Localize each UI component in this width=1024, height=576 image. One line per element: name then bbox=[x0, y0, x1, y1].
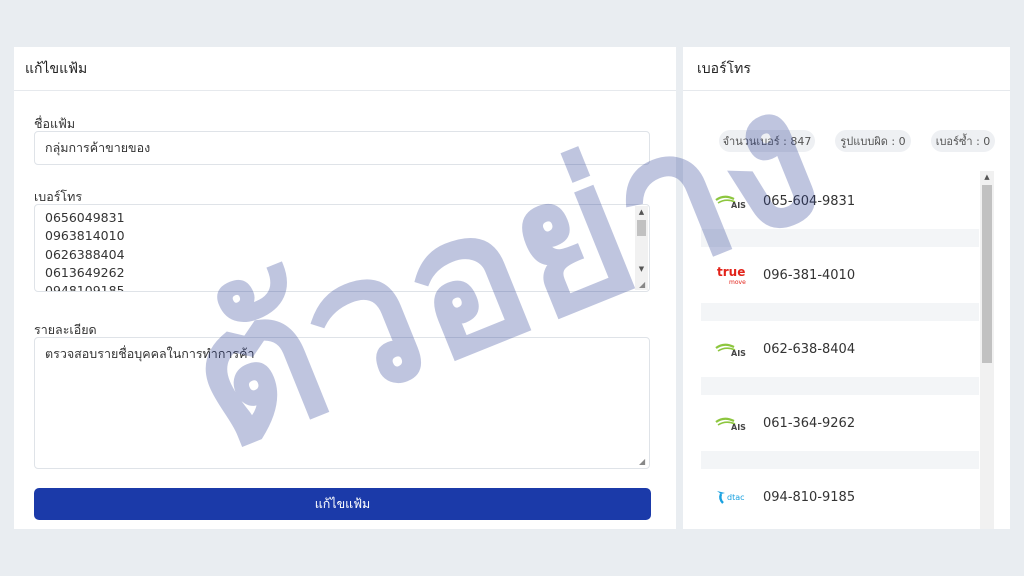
divider bbox=[701, 303, 979, 321]
phone-number: 062-638-8404 bbox=[763, 341, 856, 357]
list-item[interactable]: true move 096-381-4010 bbox=[701, 247, 979, 303]
list-item[interactable]: AIS 065-604-9831 bbox=[701, 173, 979, 229]
phone-list-panel: เบอร์โทร จำนวนเบอร์ : 847 รูปแบบผิด : 0 … bbox=[683, 47, 1010, 529]
scroll-thumb[interactable] bbox=[637, 220, 646, 236]
detail-textarea[interactable]: ตรวจสอบรายชื่อบุคคลในการทำการค้า ◢ bbox=[34, 337, 650, 469]
phones-scrollbar[interactable]: ▲ ▼ bbox=[635, 206, 648, 290]
ais-logo-icon: AIS bbox=[701, 408, 763, 438]
divider bbox=[701, 377, 979, 395]
detail-text: ตรวจสอบรายชื่อบุคคลในการทำการค้า bbox=[45, 346, 255, 361]
divider bbox=[701, 229, 979, 247]
edit-panel-title: แก้ไขแฟ้ม bbox=[14, 47, 676, 91]
svg-text:move: move bbox=[729, 279, 746, 286]
phones-textarea[interactable]: 0656049831 0963814010 0626388404 0613649… bbox=[34, 204, 650, 292]
svg-text:true: true bbox=[717, 265, 745, 279]
phone-line: 0656049831 bbox=[45, 210, 125, 225]
count-badge: จำนวนเบอร์ : 847 bbox=[719, 130, 815, 152]
truemove-logo-icon: true move bbox=[701, 260, 763, 290]
duplicate-badge: เบอร์ซ้ำ : 0 bbox=[931, 130, 995, 152]
phone-number: 061-364-9262 bbox=[763, 415, 856, 431]
list-item[interactable]: dtac 094-810-9185 bbox=[701, 469, 979, 525]
phone-panel-title: เบอร์โทร bbox=[683, 47, 1010, 91]
resize-grip-icon[interactable]: ◢ bbox=[639, 281, 647, 289]
edit-file-button[interactable]: แก้ไขแฟ้ม bbox=[34, 488, 651, 520]
svg-text:AIS: AIS bbox=[731, 201, 746, 209]
phone-line: 0613649262 bbox=[45, 264, 125, 280]
edit-file-panel: แก้ไขแฟ้ม ชื่อแฟ้ม เบอร์โทร 0656049831 0… bbox=[14, 47, 676, 529]
file-name-input[interactable] bbox=[34, 131, 650, 165]
resize-grip-icon[interactable]: ◢ bbox=[639, 458, 647, 466]
phone-line: 0626388404 bbox=[45, 246, 125, 262]
svg-text:AIS: AIS bbox=[731, 349, 746, 357]
svg-text:AIS: AIS bbox=[731, 423, 746, 431]
phone-list-scrollbar[interactable]: ▲ bbox=[980, 171, 994, 529]
dtac-logo-icon: dtac bbox=[701, 482, 763, 512]
scroll-down-icon[interactable]: ▼ bbox=[635, 263, 648, 276]
list-item[interactable]: AIS 061-364-9262 bbox=[701, 395, 979, 451]
ais-logo-icon: AIS bbox=[701, 186, 763, 216]
divider bbox=[701, 451, 979, 469]
scroll-thumb[interactable] bbox=[982, 185, 992, 363]
invalid-badge: รูปแบบผิด : 0 bbox=[835, 130, 911, 152]
svg-text:dtac: dtac bbox=[727, 493, 745, 502]
list-item[interactable]: AIS 062-638-8404 bbox=[701, 321, 979, 377]
scroll-up-icon[interactable]: ▲ bbox=[635, 206, 648, 219]
phone-number: 065-604-9831 bbox=[763, 193, 856, 209]
phone-line: 0948109185 bbox=[45, 283, 125, 292]
phone-line: 0963814010 bbox=[45, 228, 125, 244]
phone-number: 094-810-9185 bbox=[763, 489, 856, 505]
ais-logo-icon: AIS bbox=[701, 334, 763, 364]
phone-number: 096-381-4010 bbox=[763, 267, 856, 283]
scroll-up-icon[interactable]: ▲ bbox=[980, 171, 994, 183]
